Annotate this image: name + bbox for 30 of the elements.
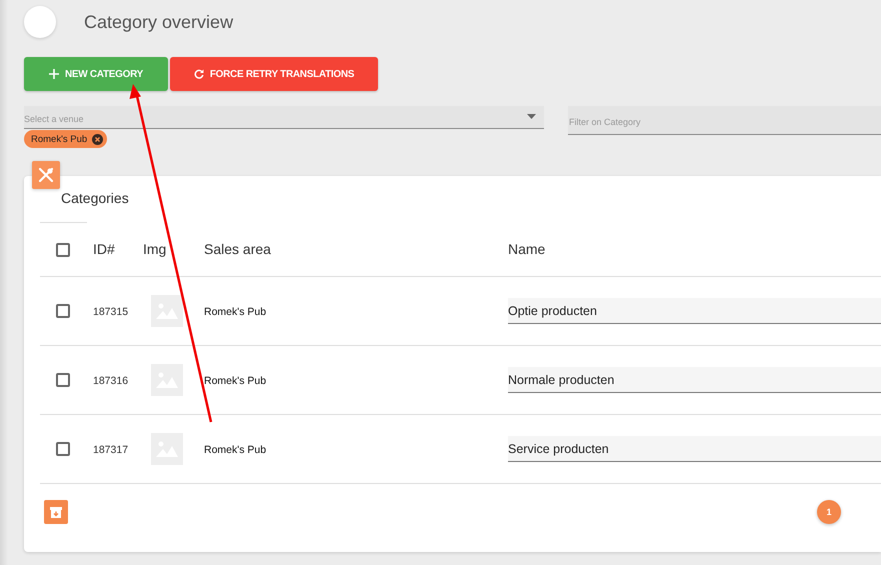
- image-placeholder-icon: [151, 295, 183, 327]
- archive-icon: [50, 506, 62, 518]
- column-header: Name: [508, 240, 546, 256]
- chip-label: Romek's Pub: [31, 134, 88, 144]
- sales-area-cell: Romek's Pub: [204, 306, 266, 318]
- id-cell: 187317: [93, 444, 128, 456]
- id-cell: 187315: [93, 306, 128, 318]
- remove-icon[interactable]: [92, 134, 104, 144]
- sales-area-cell: Romek's Pub: [204, 444, 266, 456]
- name-field[interactable]: Service producten: [508, 436, 881, 462]
- id-cell: 187316: [93, 375, 128, 387]
- category-filter-field[interactable]: Filter on Category: [568, 106, 881, 135]
- venue-chip[interactable]: Romek's Pub: [24, 130, 108, 148]
- column-header: Img: [143, 240, 166, 256]
- column-header: ID#: [93, 240, 115, 256]
- page-title: Category overview: [84, 12, 234, 32]
- name-field[interactable]: Normale producten: [508, 367, 881, 393]
- row-checkbox[interactable]: [56, 304, 70, 318]
- column-header: Sales area: [204, 240, 271, 256]
- sales-area-cell: Romek's Pub: [204, 375, 266, 387]
- categories-tab[interactable]: Categories: [61, 190, 129, 206]
- row-checkbox[interactable]: [56, 373, 70, 387]
- select-all-checkbox[interactable]: [56, 242, 70, 256]
- venue-placeholder: Select a venue: [24, 114, 84, 124]
- dropdown-caret-icon: [527, 114, 536, 119]
- retry-translations-button[interactable]: FORCE RETRY TRANSLATIONS: [170, 57, 378, 91]
- plus-icon: [48, 69, 59, 79]
- row-checkbox[interactable]: [56, 442, 70, 456]
- name-field[interactable]: Optie producten: [508, 298, 881, 324]
- refresh-icon: [194, 69, 204, 79]
